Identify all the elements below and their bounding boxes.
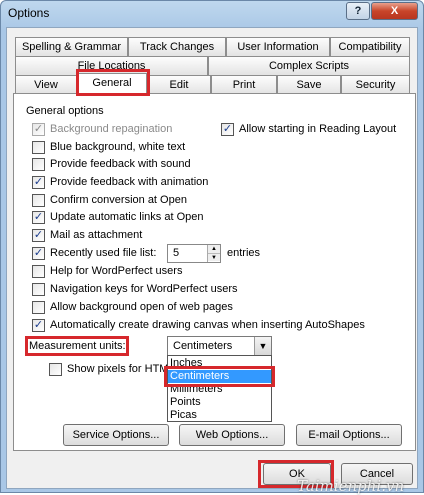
option-label: Allow background open of web pages xyxy=(50,301,233,313)
web-options-button[interactable]: Web Options... xyxy=(179,424,285,446)
option-label: Provide feedback with sound xyxy=(50,158,191,170)
option-label: Navigation keys for WordPerfect users xyxy=(50,283,238,295)
options-dialog: Options ? X Spelling & Grammar Track Cha… xyxy=(0,0,424,495)
option-label: Update automatic links at Open xyxy=(50,211,204,223)
watermark-text: Taimienphi.vn xyxy=(297,477,405,495)
spin-down-icon[interactable]: ▼ xyxy=(208,253,220,261)
checkmark-icon[interactable]: ✓ xyxy=(32,123,45,136)
checkmark-icon[interactable]: ✓ xyxy=(32,211,45,224)
email-options-button[interactable]: E-mail Options... xyxy=(296,424,402,446)
option-label: Provide feedback with animation xyxy=(50,176,209,188)
checkbox[interactable] xyxy=(32,301,45,314)
checkmark-icon[interactable]: ✓ xyxy=(32,319,45,332)
tab-compatibility[interactable]: Compatibility xyxy=(330,37,410,56)
unit-option-picas[interactable]: Picas xyxy=(168,409,271,422)
close-button[interactable]: X xyxy=(371,2,418,20)
checkmark-icon[interactable]: ✓ xyxy=(32,176,45,189)
checkbox[interactable] xyxy=(32,265,45,278)
recent-files-spinner[interactable]: 5 ▲ ▼ xyxy=(167,244,221,263)
tab-save[interactable]: Save xyxy=(277,75,341,94)
option-label: Allow starting in Reading Layout xyxy=(239,123,397,135)
measurement-units-value: Centimeters xyxy=(173,340,233,352)
recent-files-value: 5 xyxy=(173,247,180,259)
checkbox[interactable] xyxy=(32,283,45,296)
checkbox[interactable] xyxy=(32,194,45,207)
spinner-buttons: ▲ ▼ xyxy=(207,245,220,262)
unit-option-points[interactable]: Points xyxy=(168,396,271,409)
title-bar[interactable]: Options ? X xyxy=(1,1,423,27)
option-label: Mail as attachment xyxy=(50,229,143,241)
checkbox[interactable] xyxy=(32,141,45,154)
tab-security[interactable]: Security xyxy=(341,75,410,94)
tab-complex-scripts[interactable]: Complex Scripts xyxy=(208,56,410,75)
highlight-general-tab xyxy=(76,69,150,96)
option-label: Confirm conversion at Open xyxy=(50,194,187,206)
checkmark-icon[interactable]: ✓ xyxy=(221,123,234,136)
entries-label: entries xyxy=(227,247,261,259)
highlight-measurement-label xyxy=(25,336,129,356)
option-label: Help for WordPerfect users xyxy=(50,265,183,277)
tab-view[interactable]: View xyxy=(15,75,77,94)
tab-edit[interactable]: Edit xyxy=(147,75,211,94)
highlight-centimeters xyxy=(164,366,275,387)
dropdown-arrow-icon[interactable]: ▼ xyxy=(254,337,271,355)
checkbox[interactable] xyxy=(32,158,45,171)
checkbox[interactable] xyxy=(49,363,62,376)
general-options-label: General options xyxy=(26,105,104,117)
tab-print[interactable]: Print xyxy=(211,75,277,94)
tab-track-changes[interactable]: Track Changes xyxy=(128,37,226,56)
spin-up-icon[interactable]: ▲ xyxy=(208,245,220,253)
checkmark-icon[interactable]: ✓ xyxy=(32,247,45,260)
tab-spelling-grammar[interactable]: Spelling & Grammar xyxy=(15,37,128,56)
option-label: Background repagination xyxy=(50,123,173,135)
service-options-button[interactable]: Service Options... xyxy=(63,424,169,446)
option-label: Automatically create drawing canvas when… xyxy=(50,319,365,331)
tab-user-information[interactable]: User Information xyxy=(226,37,330,56)
checkmark-icon[interactable]: ✓ xyxy=(32,229,45,242)
option-label: Recently used file list: xyxy=(50,247,157,259)
option-label: Blue background, white text xyxy=(50,141,186,153)
window-title: Options xyxy=(8,6,50,20)
measurement-units-select[interactable]: Centimeters ▼ xyxy=(167,336,272,356)
help-button[interactable]: ? xyxy=(346,2,370,20)
